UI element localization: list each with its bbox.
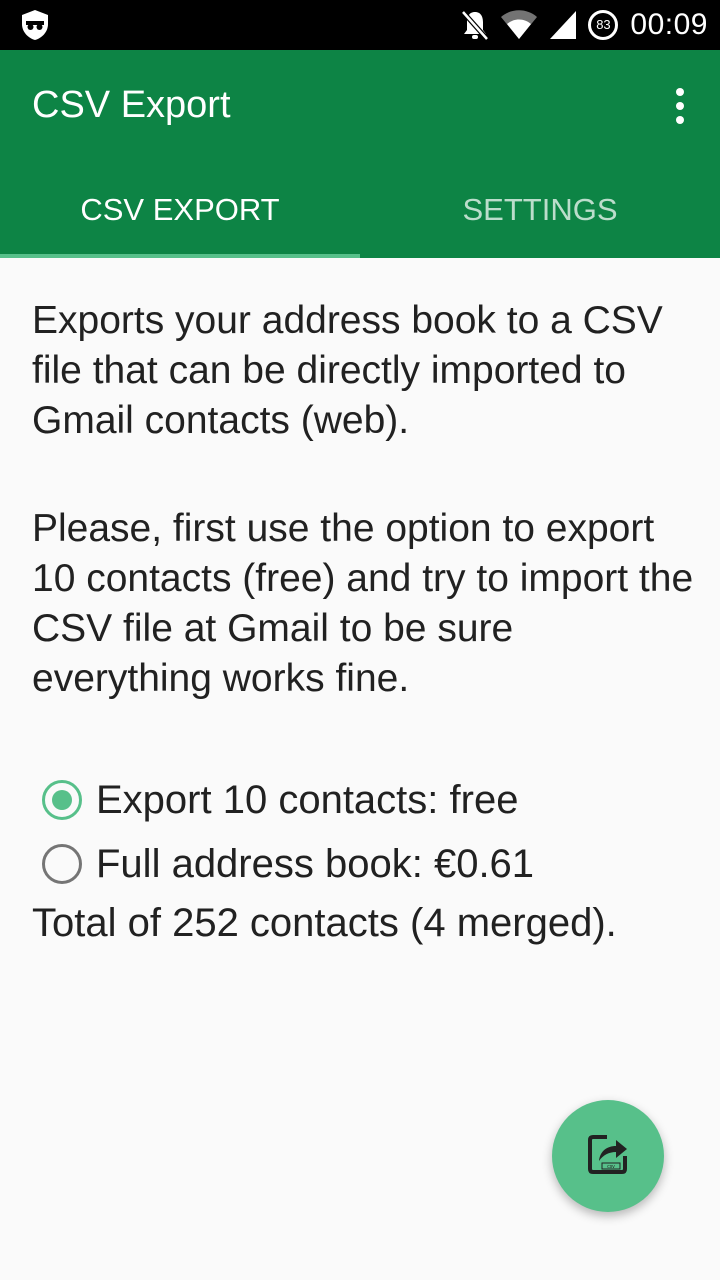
radio-full-address-book[interactable] [42,844,82,884]
option-full-address-book-label[interactable]: Full address book: €0.61 [96,839,534,889]
incognito-shield-icon [20,9,50,41]
screen: 83 00:09 CSV Export CSV EXPORT SETTINGS … [0,0,720,1280]
tab-bar: CSV EXPORT SETTINGS [0,162,720,258]
export-fab-button[interactable]: csv [552,1100,664,1212]
overflow-menu-icon[interactable] [660,80,700,132]
export-csv-icon: csv [585,1131,631,1182]
status-clock: 00:09 [630,8,708,41]
description-text: Exports your address book to a CSV file … [32,299,663,442]
notifications-off-icon [460,9,490,41]
main-content: Exports your address book to a CSV file … [32,296,702,948]
option-full-address-book[interactable]: Full address book: €0.61 [42,832,702,896]
signal-icon [548,9,578,41]
status-bar: 83 00:09 [0,0,720,50]
export-options: Export 10 contacts: free Full address bo… [32,768,702,896]
app-title: CSV Export [32,84,231,126]
radio-export-10[interactable] [42,780,82,820]
tab-settings[interactable]: SETTINGS [360,162,720,258]
status-icons: 83 00:09 [450,0,708,50]
tab-csv-export[interactable]: CSV EXPORT [0,162,360,258]
tab-csv-export-label: CSV EXPORT [80,192,280,227]
app-bar: CSV Export CSV EXPORT SETTINGS [0,50,720,258]
option-export-10[interactable]: Export 10 contacts: free [42,768,702,832]
option-export-10-label[interactable]: Export 10 contacts: free [96,775,518,825]
contacts-total: Total of 252 contacts (4 merged). [32,901,617,945]
tab-indicator [0,254,360,258]
instructions-text: Please, first use the option to export 1… [32,507,694,700]
wifi-icon [500,9,538,41]
battery-indicator: 83 [588,10,619,40]
tab-settings-label: SETTINGS [462,192,618,227]
svg-text:csv: csv [607,1164,615,1170]
